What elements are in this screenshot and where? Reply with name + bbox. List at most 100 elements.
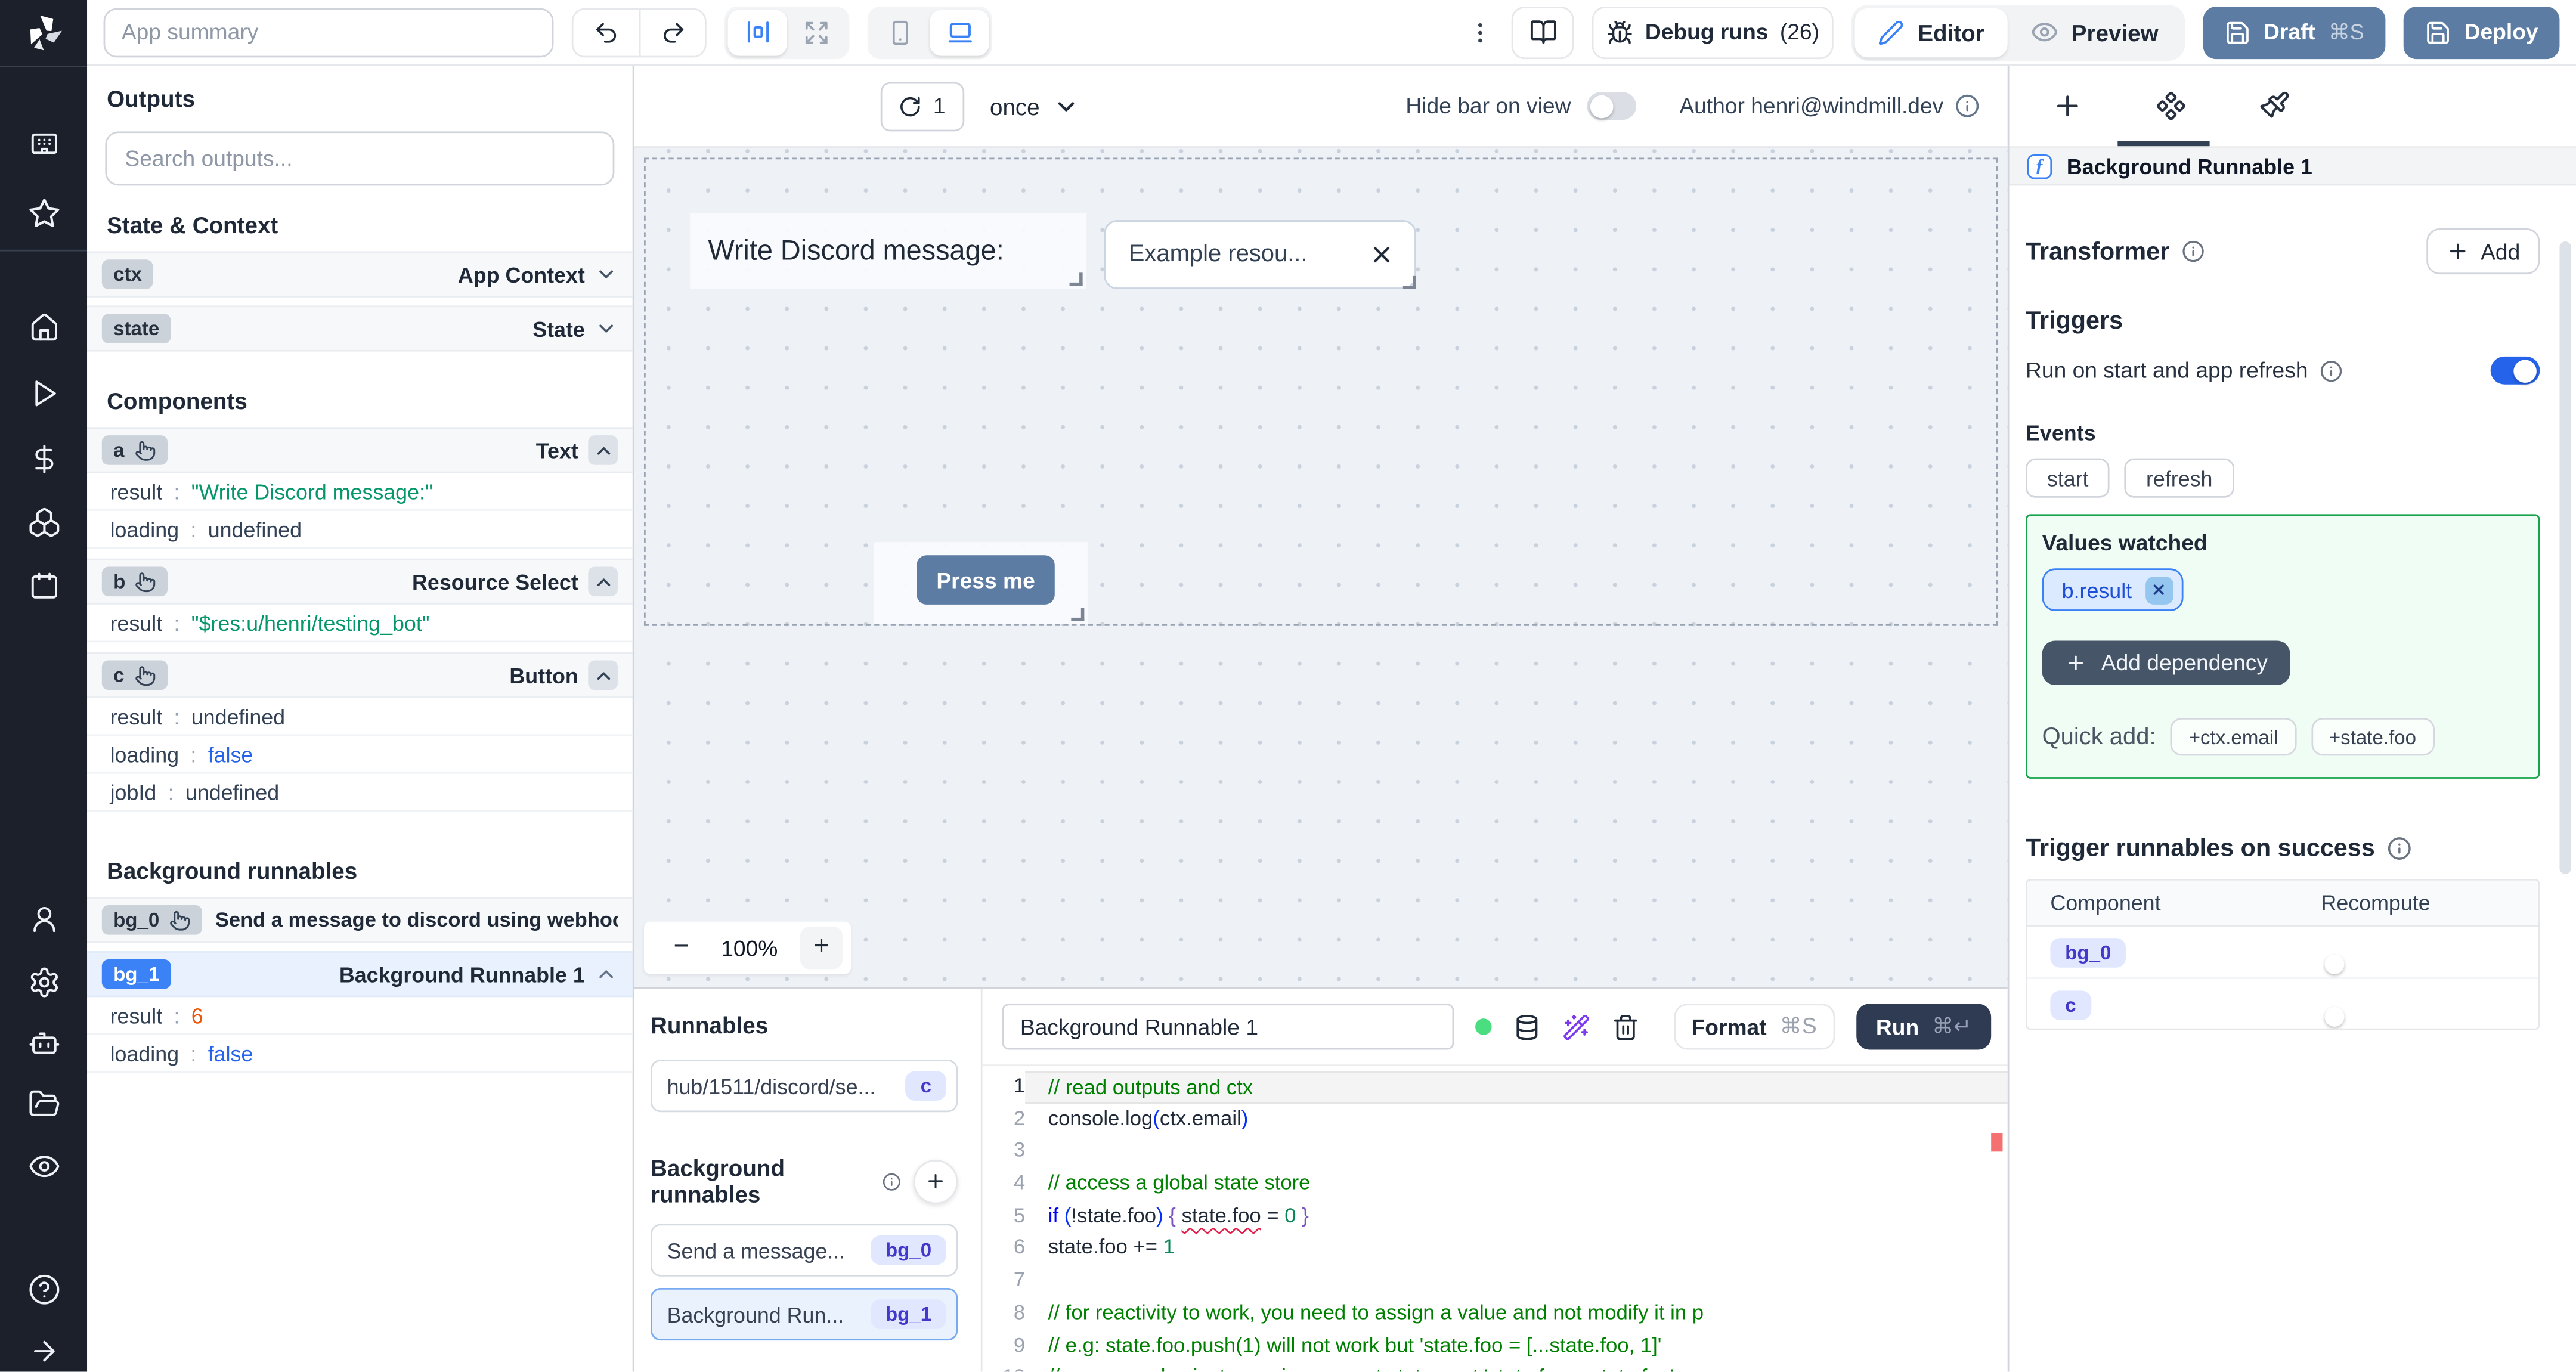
code-line[interactable]: 3 (983, 1136, 2008, 1168)
zoom-out-button[interactable]: − (664, 931, 699, 964)
chevron-up-icon[interactable] (588, 660, 618, 690)
add-transformer-button[interactable]: Add (2426, 228, 2540, 275)
building-icon[interactable] (28, 128, 59, 159)
run-mode-dropdown[interactable]: once (990, 93, 1079, 119)
ctx-type-label: App Context (457, 262, 585, 287)
code-line[interactable]: 1// read outputs and ctx (983, 1071, 2008, 1104)
chevron-up-icon[interactable] (588, 435, 618, 465)
text-component[interactable]: Write Discord message: (690, 213, 1086, 289)
draft-shortcut: ⌘S (2328, 18, 2364, 44)
centered-layout-button[interactable] (727, 9, 787, 55)
runnable-item-bg0[interactable]: Send a message... bg_0 (651, 1224, 958, 1277)
bg0-label: Send a message to discord using webhoo (215, 908, 618, 932)
event-chip-refresh[interactable]: refresh (2125, 458, 2234, 498)
refresh-count-button[interactable]: 1 (880, 81, 964, 131)
draft-label: Draft (2263, 20, 2315, 45)
draft-button[interactable]: Draft ⌘S (2203, 5, 2386, 58)
dollar-icon[interactable] (28, 444, 59, 475)
format-button[interactable]: Format ⌘S (1673, 1004, 1835, 1050)
resize-handle[interactable] (1069, 272, 1083, 286)
component-row-b[interactable]: b Resource Select (87, 558, 633, 605)
tab-editor[interactable]: Editor (1855, 7, 2008, 57)
trash-icon[interactable] (1611, 1013, 1639, 1041)
app-canvas[interactable]: Write Discord message: Example resou... … (634, 147, 2008, 987)
app-summary-input[interactable] (103, 7, 554, 57)
quick-add-ctx-email[interactable]: +ctx.email (2171, 717, 2296, 756)
dependency-chip[interactable]: b.result (2042, 568, 2183, 611)
cache-icon[interactable] (1512, 1013, 1540, 1041)
help-icon[interactable] (27, 1273, 60, 1306)
styling-tab[interactable] (2259, 91, 2290, 122)
folder-icon[interactable] (27, 1088, 60, 1120)
run-label: Run (1875, 1014, 1919, 1039)
bg0-row[interactable]: bg_0 Send a message to discord using web… (87, 897, 633, 943)
bg1-row[interactable]: bg_1 Background Runnable 1 (87, 951, 633, 998)
runnable-item-bg1[interactable]: Background Run... bg_1 (651, 1287, 958, 1341)
star-icon[interactable] (27, 197, 60, 230)
redo-button[interactable] (639, 9, 705, 55)
docs-button[interactable] (1512, 5, 1575, 58)
desktop-view-button[interactable] (930, 9, 989, 55)
code-line[interactable]: 2 console.log(ctx.email) (983, 1104, 2008, 1136)
code-line[interactable]: 8// for reactivity to work, you need to … (983, 1297, 2008, 1330)
resize-handle[interactable] (1402, 275, 1416, 289)
user-icon[interactable] (28, 903, 59, 934)
press-me-button[interactable]: Press me (917, 555, 1055, 605)
add-dependency-button[interactable]: Add dependency (2042, 640, 2291, 685)
boxes-icon[interactable] (27, 506, 60, 539)
code-line[interactable]: 4// access a global state store (983, 1168, 2008, 1200)
add-background-runnable-button[interactable] (913, 1159, 958, 1204)
prop-row: result: "Write Discord message:" (87, 473, 633, 511)
home-icon[interactable] (28, 312, 59, 343)
event-chip-start[interactable]: start (2026, 458, 2110, 498)
output-row-ctx[interactable]: ctx App Context (87, 251, 633, 298)
runnable-item-hub[interactable]: hub/1511/discord/se... c (651, 1060, 958, 1113)
deploy-button[interactable]: Deploy (2403, 5, 2560, 58)
search-outputs-input[interactable] (105, 131, 615, 186)
code-line[interactable]: 9// e.g: state.foo.push(1) will not work… (983, 1330, 2008, 1362)
calendar-icon[interactable] (28, 570, 59, 601)
gear-icon[interactable] (27, 966, 60, 999)
button-component-wrapper[interactable]: Press me (874, 542, 1088, 624)
row-badge-c: c (2050, 989, 2091, 1020)
dependency-chip-label: b.result (2061, 577, 2132, 602)
code-line[interactable]: 6 state.foo += 1 (983, 1233, 2008, 1265)
code-area[interactable]: 1// read outputs and ctx 2 console.log(ctx… (983, 1066, 2008, 1372)
info-icon (882, 1172, 900, 1190)
code-line[interactable]: 5 if (!state.foo) { state.foo = 0 } (983, 1200, 2008, 1232)
insert-component-tab[interactable] (2052, 91, 2083, 122)
runnable-name-input[interactable] (1002, 1004, 1454, 1050)
robot-icon[interactable] (27, 1027, 60, 1060)
refresh-count: 1 (933, 94, 946, 119)
play-icon[interactable] (28, 378, 59, 409)
clear-selection-icon[interactable] (1368, 241, 1395, 268)
ai-wand-icon[interactable] (1562, 1013, 1590, 1041)
resize-handle[interactable] (1071, 608, 1085, 621)
chevron-up-icon[interactable] (588, 566, 618, 597)
chevron-down-icon (599, 270, 614, 278)
run-button[interactable]: Run ⌘↵ (1856, 1004, 1992, 1050)
tab-preview[interactable]: Preview (2007, 7, 2181, 57)
resource-select-component[interactable]: Example resou... (1104, 220, 1416, 289)
windmill-logo[interactable] (22, 11, 65, 54)
panel-scrollbar[interactable] (2559, 241, 2571, 874)
canvas-zoom-control: − 100% + (643, 921, 852, 974)
remove-dependency-icon[interactable] (2145, 575, 2174, 604)
debug-runs-button[interactable]: Debug runs (26) (1592, 5, 1834, 58)
run-on-start-toggle[interactable] (2490, 356, 2540, 385)
arrow-right-icon[interactable] (28, 1336, 59, 1367)
more-menu-icon[interactable] (1467, 19, 1494, 45)
output-row-state[interactable]: state State (87, 305, 633, 352)
fullscreen-layout-button[interactable] (787, 9, 846, 55)
undo-button[interactable] (573, 9, 639, 55)
code-line[interactable]: 7 (983, 1265, 2008, 1297)
component-row-c[interactable]: c Button (87, 652, 633, 698)
eye-icon[interactable] (27, 1150, 60, 1183)
component-row-a[interactable]: a Text (87, 427, 633, 473)
mobile-view-button[interactable] (871, 9, 930, 55)
code-line[interactable]: 10// you may also just reassign as next … (983, 1362, 2008, 1372)
hide-bar-toggle[interactable] (1587, 92, 1637, 120)
component-settings-tab[interactable] (2156, 91, 2187, 122)
zoom-in-button[interactable]: + (800, 926, 843, 970)
quick-add-state-foo[interactable]: +state.foo (2311, 717, 2435, 756)
